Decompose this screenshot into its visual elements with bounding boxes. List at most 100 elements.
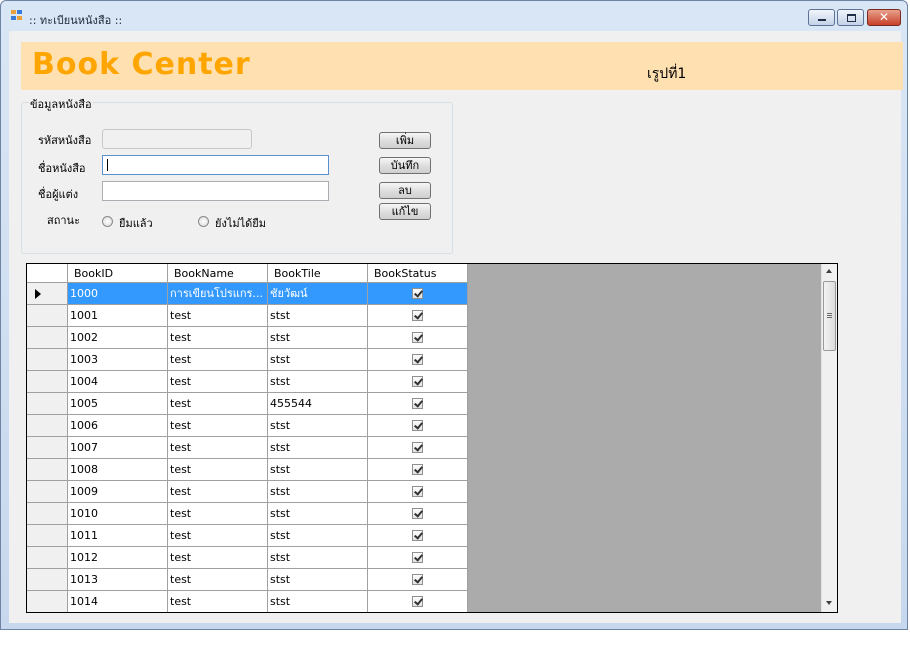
status-checkbox[interactable] [412, 310, 423, 321]
app-icon[interactable] [11, 10, 23, 21]
cell-bookname[interactable]: test [168, 415, 268, 437]
status-borrowed-radio[interactable] [102, 216, 113, 227]
row-header[interactable] [27, 327, 68, 349]
row-header[interactable] [27, 503, 68, 525]
edit-button[interactable]: แก้ไข [379, 203, 431, 220]
status-checkbox[interactable] [412, 354, 423, 365]
author-field[interactable] [102, 181, 329, 201]
row-header[interactable] [27, 349, 68, 371]
cell-booktile[interactable]: 455544 [268, 393, 368, 415]
cell-booktile[interactable]: stst [268, 481, 368, 503]
row-header[interactable] [27, 283, 68, 305]
row-header[interactable] [27, 569, 68, 591]
cell-bookid[interactable]: 1007 [68, 437, 168, 459]
cell-booktile[interactable]: stst [268, 547, 368, 569]
cell-booktile[interactable]: stst [268, 591, 368, 612]
cell-bookstatus[interactable] [368, 503, 468, 525]
scroll-up-icon[interactable] [826, 269, 832, 273]
status-checkbox[interactable] [412, 596, 423, 607]
status-checkbox[interactable] [412, 376, 423, 387]
cell-booktile[interactable]: stst [268, 371, 368, 393]
cell-bookstatus[interactable] [368, 283, 468, 305]
cell-bookid[interactable]: 1006 [68, 415, 168, 437]
close-button[interactable]: ✕ [867, 9, 901, 26]
cell-bookname[interactable]: test [168, 327, 268, 349]
cell-booktile[interactable]: stst [268, 459, 368, 481]
book-id-field[interactable] [102, 129, 252, 149]
cell-bookstatus[interactable] [368, 525, 468, 547]
cell-bookname[interactable]: test [168, 459, 268, 481]
status-checkbox[interactable] [412, 486, 423, 497]
book-name-field[interactable] [102, 155, 329, 175]
cell-bookid[interactable]: 1004 [68, 371, 168, 393]
column-header-bookname[interactable]: BookName [168, 264, 268, 283]
add-button[interactable]: เพิ่ม [379, 132, 431, 149]
status-checkbox[interactable] [412, 464, 423, 475]
cell-bookstatus[interactable] [368, 349, 468, 371]
row-header[interactable] [27, 525, 68, 547]
cell-bookid[interactable]: 1008 [68, 459, 168, 481]
row-header[interactable] [27, 371, 68, 393]
cell-bookid[interactable]: 1010 [68, 503, 168, 525]
row-header[interactable] [27, 547, 68, 569]
status-checkbox[interactable] [412, 420, 423, 431]
row-header[interactable] [27, 393, 68, 415]
cell-booktile[interactable]: stst [268, 437, 368, 459]
cell-bookname[interactable]: การเขียนโปรแกร... [168, 283, 268, 305]
scroll-thumb[interactable] [823, 281, 836, 351]
cell-bookstatus[interactable] [368, 437, 468, 459]
cell-bookname[interactable]: test [168, 371, 268, 393]
row-header[interactable] [27, 415, 68, 437]
column-header-bookid[interactable]: BookID [68, 264, 168, 283]
cell-booktile[interactable]: stst [268, 327, 368, 349]
cell-bookname[interactable]: test [168, 503, 268, 525]
cell-bookstatus[interactable] [368, 305, 468, 327]
status-available-radio[interactable] [198, 216, 209, 227]
status-borrowed-label[interactable]: ยืมแล้ว [119, 214, 153, 232]
cell-bookstatus[interactable] [368, 569, 468, 591]
cell-bookstatus[interactable] [368, 371, 468, 393]
cell-bookid[interactable]: 1013 [68, 569, 168, 591]
scroll-down-icon[interactable] [826, 601, 832, 605]
cell-bookid[interactable]: 1001 [68, 305, 168, 327]
cell-bookid[interactable]: 1005 [68, 393, 168, 415]
cell-booktile[interactable]: stst [268, 525, 368, 547]
row-header[interactable] [27, 481, 68, 503]
cell-bookname[interactable]: test [168, 393, 268, 415]
title-bar[interactable]: :: ทะเบียนหนังสือ :: ✕ [1, 1, 907, 31]
cell-bookstatus[interactable] [368, 591, 468, 612]
status-checkbox[interactable] [412, 574, 423, 585]
cell-bookid[interactable]: 1014 [68, 591, 168, 612]
column-header-bookstatus[interactable]: BookStatus [368, 264, 468, 283]
status-checkbox[interactable] [412, 508, 423, 519]
row-header[interactable] [27, 305, 68, 327]
cell-bookname[interactable]: test [168, 481, 268, 503]
save-button[interactable]: บันทึก [379, 157, 431, 174]
cell-bookname[interactable]: test [168, 547, 268, 569]
cell-bookname[interactable]: test [168, 525, 268, 547]
cell-booktile[interactable]: stst [268, 415, 368, 437]
minimize-button[interactable] [808, 9, 835, 26]
cell-bookstatus[interactable] [368, 459, 468, 481]
status-checkbox[interactable] [412, 288, 423, 299]
cell-booktile[interactable]: stst [268, 569, 368, 591]
status-checkbox[interactable] [412, 442, 423, 453]
cell-booktile[interactable]: stst [268, 503, 368, 525]
header-corner[interactable] [27, 264, 68, 283]
cell-bookname[interactable]: test [168, 437, 268, 459]
row-header[interactable] [27, 437, 68, 459]
cell-bookid[interactable]: 1003 [68, 349, 168, 371]
books-grid[interactable]: BookID BookName BookTile BookStatus 1000… [26, 263, 838, 613]
cell-bookstatus[interactable] [368, 481, 468, 503]
status-checkbox[interactable] [412, 530, 423, 541]
status-checkbox[interactable] [412, 398, 423, 409]
delete-button[interactable]: ลบ [379, 182, 431, 199]
status-checkbox[interactable] [412, 552, 423, 563]
row-header[interactable] [27, 591, 68, 612]
cell-bookid[interactable]: 1011 [68, 525, 168, 547]
cell-bookname[interactable]: test [168, 349, 268, 371]
cell-booktile[interactable]: ชัยวัฒน์ [268, 283, 368, 305]
cell-bookstatus[interactable] [368, 393, 468, 415]
cell-bookname[interactable]: test [168, 591, 268, 612]
cell-bookstatus[interactable] [368, 415, 468, 437]
